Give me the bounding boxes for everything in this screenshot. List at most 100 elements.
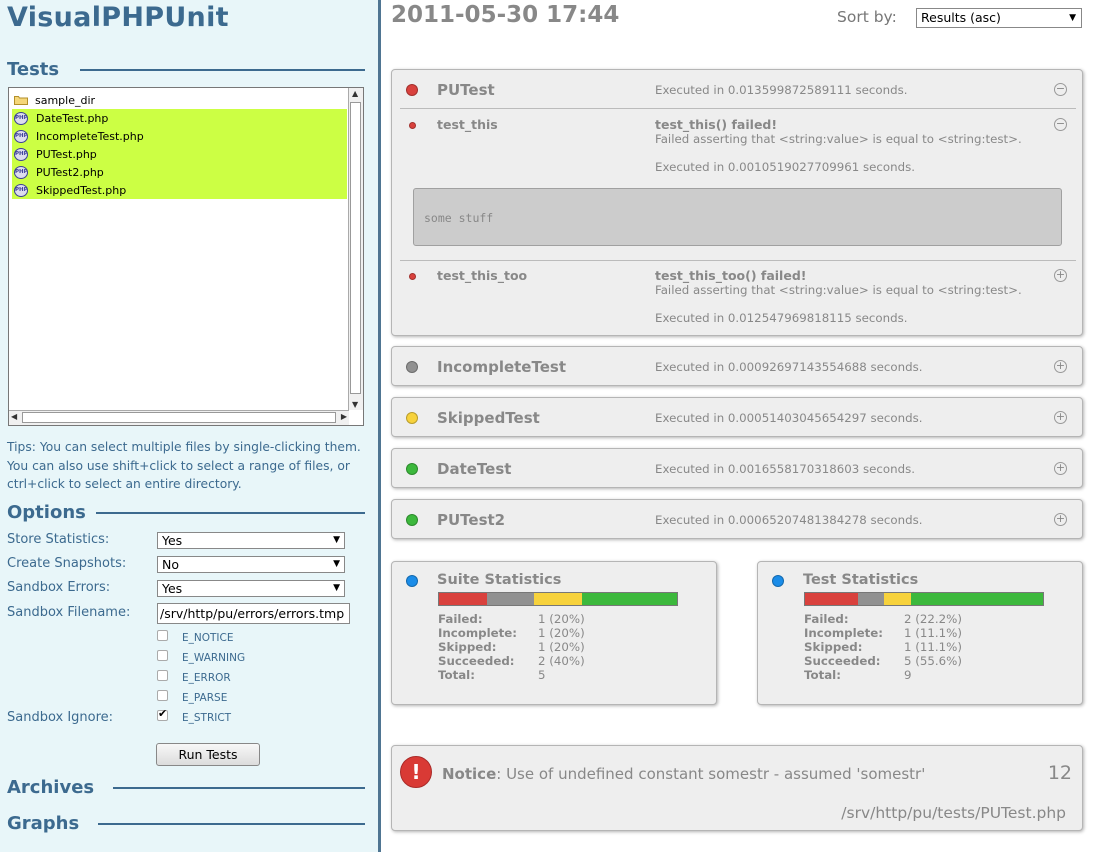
ignore-option-e-warning[interactable]: E_WARNING	[157, 649, 245, 664]
status-incomplete-icon	[406, 361, 418, 373]
suite-name: DateTest	[437, 460, 512, 478]
e-parse-checkbox[interactable]	[157, 689, 168, 701]
collapse-icon[interactable]: −	[1054, 83, 1067, 96]
ignore-option-e-parse[interactable]: E_PARSE	[157, 689, 228, 704]
notice-file-path: /srv/http/pu/tests/PUTest.php	[841, 804, 1066, 822]
horizontal-scroll-thumb[interactable]	[22, 412, 336, 423]
expand-icon[interactable]: +	[1054, 462, 1067, 475]
file-item-label: DateTest.php	[36, 111, 109, 125]
ignore-option-e-strict[interactable]: E_STRICT	[157, 707, 231, 724]
expand-icon[interactable]: +	[1054, 269, 1067, 282]
suite-panel-incompletetest[interactable]: IncompleteTest Executed in 0.00092697143…	[391, 346, 1083, 386]
sandbox-errors-select[interactable]: Yes ▼	[157, 580, 345, 597]
ignore-option-e-error[interactable]: E_ERROR	[157, 669, 231, 684]
stat-key: Succeeded:	[438, 654, 515, 668]
statistics-table: Failed: 1 (20%) Incomplete: 1 (20%) Skippe…	[438, 612, 585, 682]
sort-by-select[interactable]: Results (asc) ▼	[916, 8, 1082, 28]
suite-name: SkippedTest	[437, 409, 540, 427]
vertical-scrollbar[interactable]: ▲ ▼	[348, 88, 363, 410]
test-divider	[400, 260, 1076, 261]
stat-row-skipped: Skipped: 1 (20%)	[438, 640, 585, 654]
statistics-table: Failed: 2 (22.2%) Incomplete: 1 (11.1%) Sk…	[804, 612, 962, 682]
scroll-left-arrow-icon[interactable]: ◀	[11, 412, 17, 421]
suite-name: PUTest2	[437, 511, 506, 529]
status-succeeded-icon	[406, 463, 418, 475]
graphs-heading-rule	[98, 823, 365, 825]
php-file-icon: PHP	[14, 111, 28, 125]
suite-panel-skippedtest[interactable]: SkippedTest Executed in 0.00051403045654…	[391, 397, 1083, 437]
e-strict-checkbox[interactable]	[157, 707, 168, 721]
horizontal-scrollbar[interactable]: ◀ ▶	[9, 410, 349, 425]
collapse-icon[interactable]: −	[1054, 118, 1067, 131]
bar-segment-incomplete	[857, 593, 885, 605]
stat-row-skipped: Skipped: 1 (11.1%)	[804, 640, 962, 654]
file-list[interactable]: sample_dir PHP DateTest.php PHP Incomple…	[12, 91, 347, 199]
file-item-putest[interactable]: PHP PUTest.php	[12, 145, 347, 163]
suite-exec-time: Executed in 0.00092697143554688 seconds.	[655, 360, 923, 374]
expand-icon[interactable]: +	[1054, 513, 1067, 526]
stat-key: Total:	[438, 668, 475, 682]
file-item-skippedtest[interactable]: PHP SkippedTest.php	[12, 181, 347, 199]
php-file-icon: PHP	[14, 183, 28, 197]
stat-value: 9	[904, 668, 912, 682]
file-item-datetest[interactable]: PHP DateTest.php	[12, 109, 347, 127]
file-item-incompletetest[interactable]: PHP IncompleteTest.php	[12, 127, 347, 145]
stat-value: 1 (20%)	[538, 640, 585, 654]
file-item-sample-dir[interactable]: sample_dir	[12, 91, 347, 109]
sandbox-errors-value: Yes	[162, 581, 183, 596]
create-snapshots-select[interactable]: No ▼	[157, 556, 345, 573]
notice-message: Notice: Use of undefined constant somest…	[442, 765, 925, 783]
e-error-checkbox[interactable]	[157, 669, 168, 681]
e-parse-label: E_PARSE	[182, 692, 228, 704]
suite-divider	[400, 108, 1076, 109]
file-item-putest2[interactable]: PHP PUTest2.php	[12, 163, 347, 181]
test-failure-title: test_this_too() failed!	[655, 268, 807, 283]
bar-segment-failed	[439, 593, 487, 605]
tests-heading-rule	[80, 69, 365, 71]
stat-value: 1 (11.1%)	[904, 626, 962, 640]
e-notice-label: E_NOTICE	[182, 632, 234, 644]
file-item-label: PUTest.php	[36, 147, 97, 161]
run-datetime: 2011-05-30 17:44	[391, 2, 620, 28]
stat-row-incomplete: Incomplete: 1 (11.1%)	[804, 626, 962, 640]
folder-icon	[14, 96, 28, 105]
archives-heading[interactable]: Archives	[7, 777, 94, 798]
vertical-scroll-thumb[interactable]	[350, 102, 361, 394]
scroll-right-arrow-icon[interactable]: ▶	[341, 412, 347, 421]
e-warning-checkbox[interactable]	[157, 649, 168, 661]
suite-exec-time: Executed in 0.0016558170318603 seconds.	[655, 462, 915, 476]
expand-icon[interactable]: +	[1054, 411, 1067, 424]
suite-panel-putest2[interactable]: PUTest2 Executed in 0.00065207481384278 …	[391, 499, 1083, 539]
graphs-heading[interactable]: Graphs	[7, 813, 79, 834]
stat-value: 5 (55.6%)	[904, 654, 962, 668]
ignore-option-e-notice[interactable]: E_NOTICE	[157, 629, 234, 644]
suite-panel-putest: PUTest Executed in 0.013599872589111 sec…	[391, 69, 1083, 336]
error-icon: !	[400, 756, 432, 788]
create-snapshots-label: Create Snapshots:	[7, 556, 127, 571]
stat-value: 1 (20%)	[538, 612, 585, 626]
notice-label: Notice	[442, 765, 497, 783]
dropdown-arrow-icon: ▼	[333, 535, 340, 545]
notice-panel: ! Notice: Use of undefined constant some…	[391, 745, 1083, 831]
e-notice-checkbox[interactable]	[157, 629, 168, 641]
notice-line-number: 12	[1047, 762, 1072, 784]
bar-segment-succeeded	[581, 593, 677, 605]
store-statistics-select[interactable]: Yes ▼	[157, 532, 345, 549]
file-item-label: IncompleteTest.php	[36, 129, 144, 143]
sandbox-filename-input[interactable]: /srv/http/pu/errors/errors.tmp	[157, 603, 350, 624]
scroll-up-arrow-icon[interactable]: ▲	[352, 89, 358, 98]
suite-name: IncompleteTest	[437, 358, 566, 376]
test-failure-title: test_this() failed!	[655, 117, 778, 132]
options-heading[interactable]: Options	[7, 502, 86, 523]
status-failed-icon	[406, 84, 418, 96]
file-list-box[interactable]: sample_dir PHP DateTest.php PHP Incomple…	[8, 87, 364, 426]
expand-icon[interactable]: +	[1054, 360, 1067, 373]
tests-heading[interactable]: Tests	[7, 59, 59, 80]
run-tests-button[interactable]: Run Tests	[156, 743, 260, 766]
stat-key: Skipped:	[438, 640, 497, 654]
suite-panel-datetest[interactable]: DateTest Executed in 0.0016558170318603 …	[391, 448, 1083, 488]
stat-row-incomplete: Incomplete: 1 (20%)	[438, 626, 585, 640]
suite-exec-time: Executed in 0.00065207481384278 seconds.	[655, 513, 923, 527]
scroll-down-arrow-icon[interactable]: ▼	[352, 400, 358, 409]
php-file-icon: PHP	[14, 165, 28, 179]
